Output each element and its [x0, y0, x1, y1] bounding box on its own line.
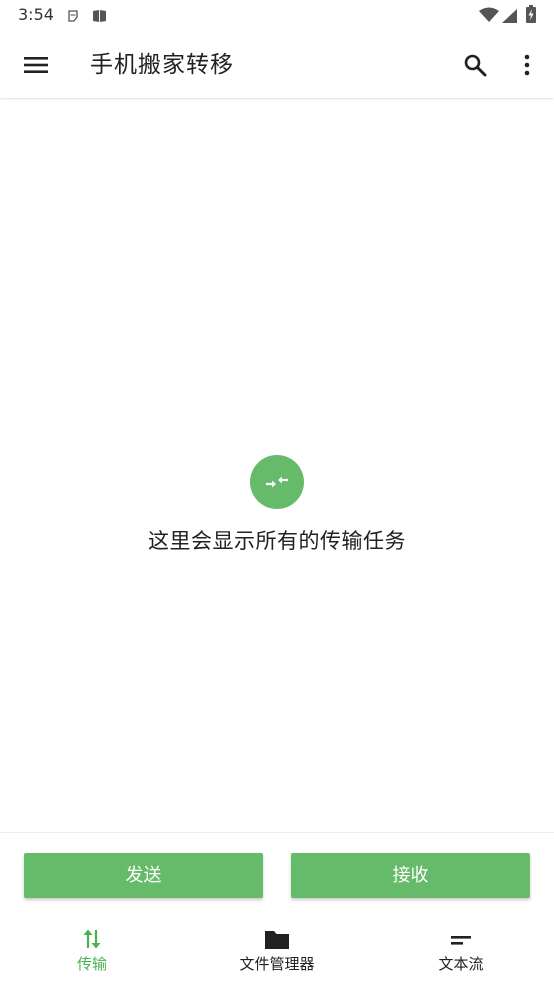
- more-options-button[interactable]: [505, 43, 549, 87]
- nav-label-transfer: 传输: [76, 955, 107, 973]
- empty-state-icon: [250, 455, 304, 509]
- app-notification-icon: [92, 8, 107, 27]
- nav-item-transfer[interactable]: 传输: [0, 912, 184, 984]
- send-button[interactable]: 发送: [24, 853, 263, 898]
- action-bar: 发送 接收: [0, 832, 554, 913]
- swap-vertical-icon: [83, 929, 101, 949]
- receive-button[interactable]: 接收: [291, 853, 530, 898]
- search-button[interactable]: [453, 43, 497, 87]
- more-vert-icon: [524, 54, 530, 76]
- transfer-task-list: 这里会显示所有的传输任务: [0, 98, 554, 832]
- signal-icon: [502, 8, 517, 27]
- nav-label-file-manager: 文件管理器: [239, 955, 315, 973]
- bottom-navigation: 传输 文件管理器 文本流: [0, 912, 554, 984]
- wifi-icon: [479, 7, 499, 27]
- status-bar: 3:54: [0, 0, 554, 32]
- empty-state-message: 这里会显示所有的传输任务: [148, 529, 406, 553]
- notification-icon: [66, 8, 80, 27]
- hamburger-menu-icon: [24, 57, 48, 73]
- transfer-arrows-icon: [266, 476, 288, 488]
- short-text-icon: [451, 936, 471, 945]
- navigation-menu-button[interactable]: [14, 43, 58, 87]
- folder-icon: [265, 931, 289, 949]
- nav-item-file-manager[interactable]: 文件管理器: [185, 912, 369, 984]
- app-bar: 手机搬家转移: [0, 32, 554, 98]
- page-title: 手机搬家转移: [90, 52, 234, 78]
- app-screen: 3:54 手机搬家转移 这里会显示所有的传输任务 发送 接收 传输 文件管理器 …: [0, 0, 554, 984]
- nav-label-text-stream: 文本流: [438, 955, 484, 973]
- search-icon: [464, 54, 487, 77]
- battery-icon: [526, 5, 536, 27]
- nav-item-text-stream[interactable]: 文本流: [369, 912, 553, 984]
- status-time: 3:54: [18, 5, 54, 24]
